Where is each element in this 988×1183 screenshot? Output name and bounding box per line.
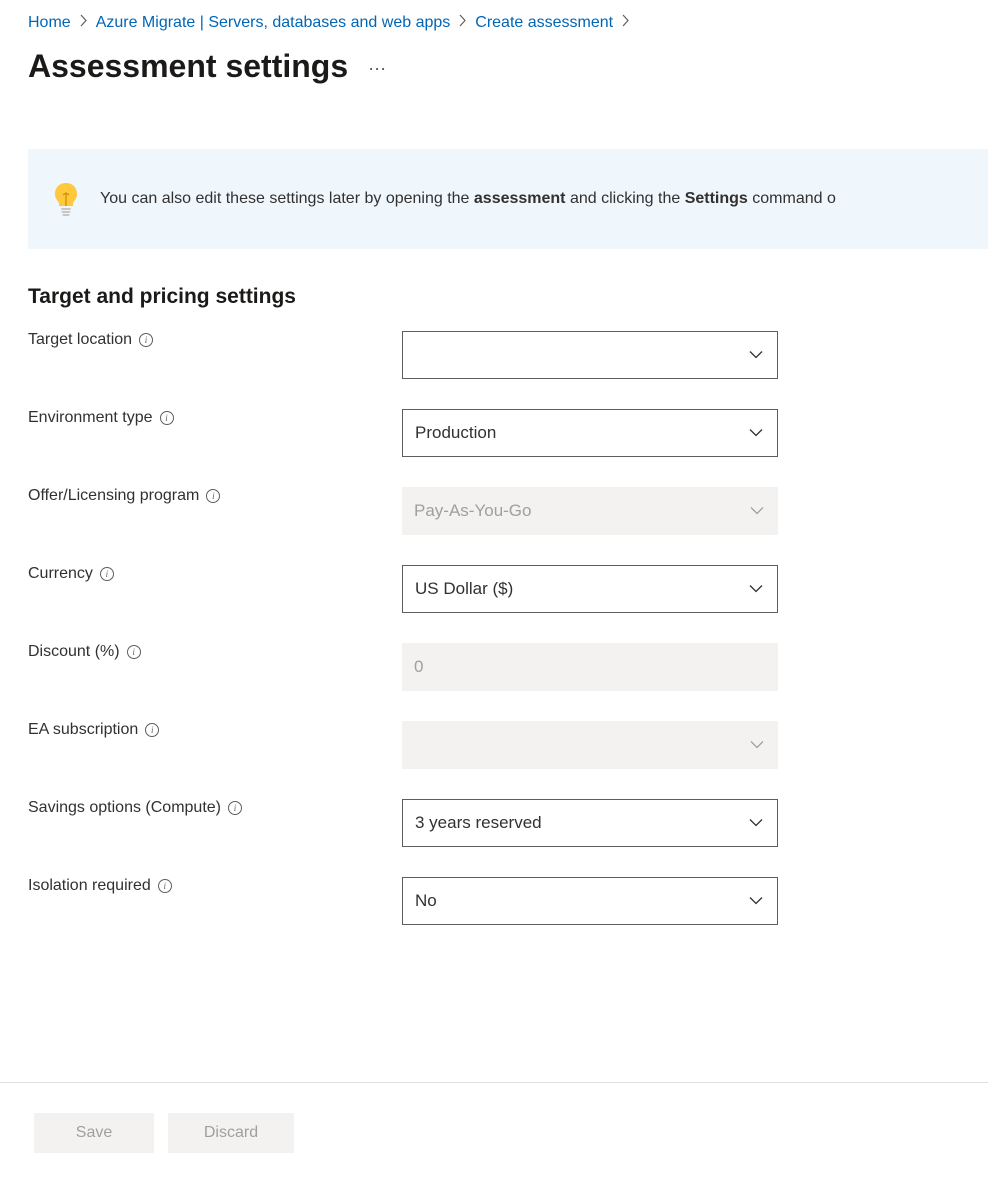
chevron-down-icon [749, 429, 763, 438]
breadcrumb-link-create-assessment[interactable]: Create assessment [475, 14, 613, 32]
breadcrumb-link-azure-migrate[interactable]: Azure Migrate | Servers, databases and w… [96, 14, 451, 32]
info-icon[interactable]: i [160, 411, 174, 425]
footer-actions: Save Discard [0, 1082, 988, 1183]
breadcrumb-link-home[interactable]: Home [28, 14, 71, 32]
input-discount: 0 [402, 643, 778, 691]
label-currency: Currency i [28, 565, 402, 583]
dropdown-isolation-required[interactable]: No [402, 877, 778, 925]
section-heading-target-pricing: Target and pricing settings [28, 285, 960, 309]
info-icon[interactable]: i [228, 801, 242, 815]
info-icon[interactable]: i [158, 879, 172, 893]
info-icon[interactable]: i [139, 333, 153, 347]
page-title: Assessment settings [28, 48, 348, 85]
chevron-down-icon [749, 819, 763, 828]
label-offer-licensing: Offer/Licensing program i [28, 487, 402, 505]
breadcrumb: Home Azure Migrate | Servers, databases … [0, 0, 988, 32]
chevron-right-icon [458, 14, 467, 32]
chevron-down-icon [749, 351, 763, 360]
chevron-right-icon [621, 14, 630, 32]
dropdown-savings-options[interactable]: 3 years reserved [402, 799, 778, 847]
info-icon[interactable]: i [127, 645, 141, 659]
dropdown-environment-type[interactable]: Production [402, 409, 778, 457]
dropdown-ea-subscription [402, 721, 778, 769]
lightbulb-icon [52, 181, 80, 217]
dropdown-target-location[interactable] [402, 331, 778, 379]
chevron-down-icon [750, 741, 764, 750]
chevron-down-icon [750, 507, 764, 516]
label-isolation-required: Isolation required i [28, 877, 402, 895]
label-ea-subscription: EA subscription i [28, 721, 402, 739]
label-target-location: Target location i [28, 331, 402, 349]
info-icon[interactable]: i [145, 723, 159, 737]
chevron-down-icon [749, 897, 763, 906]
info-icon[interactable]: i [206, 489, 220, 503]
dropdown-currency[interactable]: US Dollar ($) [402, 565, 778, 613]
chevron-right-icon [79, 14, 88, 32]
info-icon[interactable]: i [100, 567, 114, 581]
save-button[interactable]: Save [34, 1113, 154, 1153]
more-button[interactable]: ⋯ [368, 59, 387, 80]
dropdown-offer-licensing: Pay-As-You-Go [402, 487, 778, 535]
discard-button[interactable]: Discard [168, 1113, 294, 1153]
info-banner: You can also edit these settings later b… [28, 149, 988, 249]
label-savings-options: Savings options (Compute) i [28, 799, 402, 817]
chevron-down-icon [749, 585, 763, 594]
banner-text: You can also edit these settings later b… [100, 190, 836, 208]
label-environment-type: Environment type i [28, 409, 402, 427]
title-row: Assessment settings ⋯ [0, 32, 988, 85]
label-discount: Discount (%) i [28, 643, 402, 661]
